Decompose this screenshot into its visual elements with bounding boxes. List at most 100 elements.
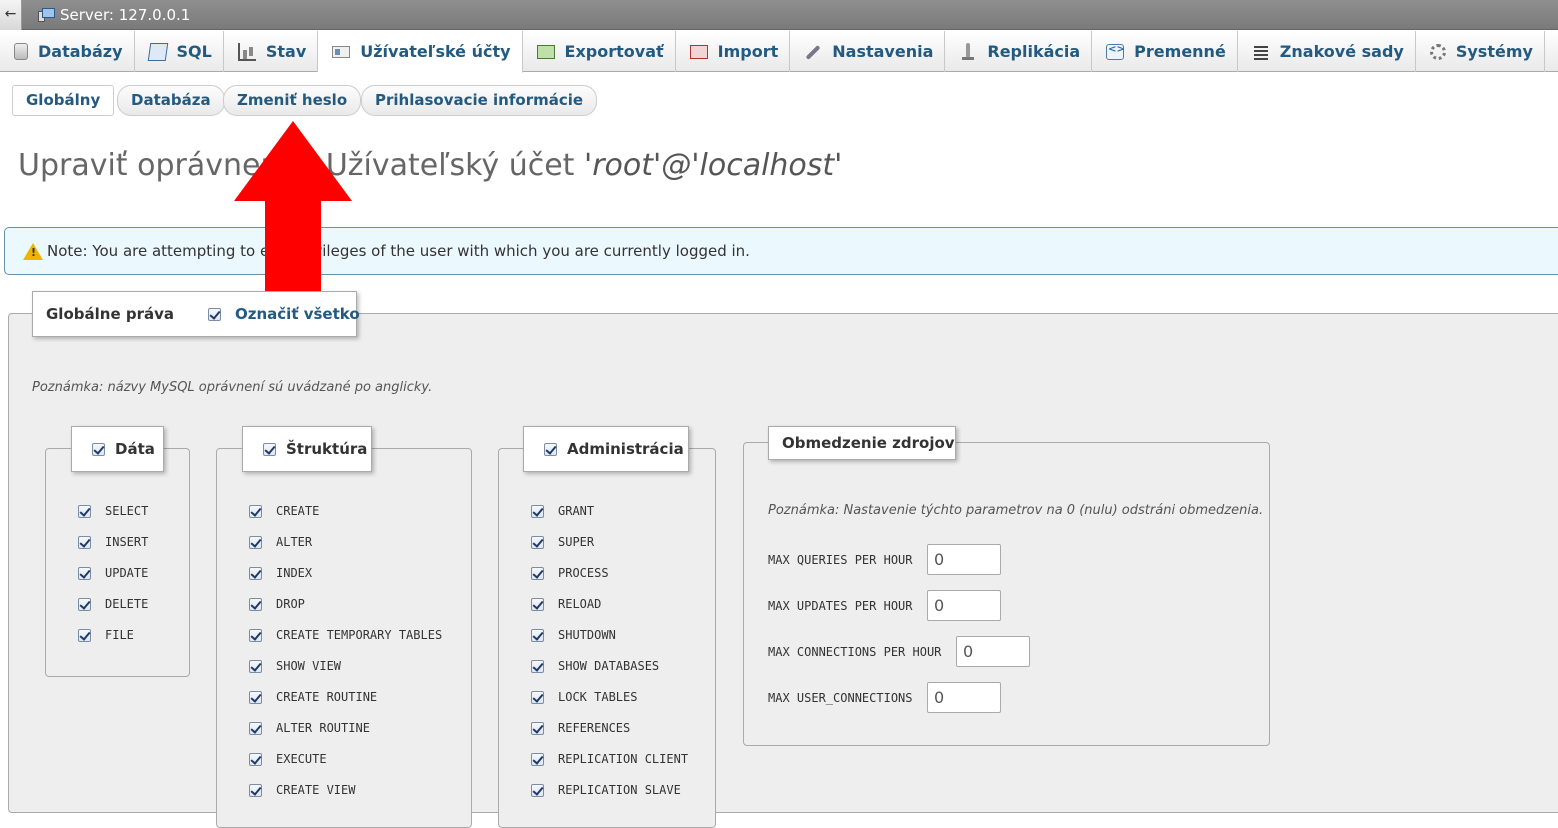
tab-charsets[interactable]: Znakové sady (1238, 31, 1416, 72)
data-select-all-checkbox[interactable] (92, 442, 105, 456)
resource-limits-legend: Obmedzenie zdrojov (768, 426, 956, 460)
privilege-checkbox[interactable] (249, 721, 262, 735)
tab-databases[interactable]: Databázy (0, 31, 135, 72)
privilege-checkbox[interactable] (531, 566, 544, 580)
privilege-label[interactable]: UPDATE (105, 566, 148, 580)
global-privileges-title: Globálne práva (46, 305, 174, 323)
privilege-label[interactable]: SELECT (105, 504, 148, 518)
privilege-checkbox[interactable] (531, 504, 544, 518)
tab-replication[interactable]: Replikácia (945, 31, 1093, 72)
privilege-checkbox[interactable] (531, 659, 544, 673)
subtab-global[interactable]: Globálny (12, 85, 115, 116)
privilege-checkbox[interactable] (531, 597, 544, 611)
privilege-label[interactable]: CREATE ROUTINE (276, 690, 377, 704)
privilege-checkbox[interactable] (78, 628, 91, 642)
user-accounts-icon (332, 45, 351, 58)
subtab-change-password[interactable]: Zmeniť heslo (223, 85, 362, 116)
privilege-row: SHOW VIEW (249, 659, 341, 673)
tab-export[interactable]: Exportovať (523, 31, 676, 72)
max-connections-input[interactable] (956, 636, 1030, 667)
privilege-checkbox[interactable] (531, 628, 544, 642)
administration-select-all-checkbox[interactable] (544, 442, 557, 456)
privilege-checkbox[interactable] (249, 690, 262, 704)
privilege-label[interactable]: RELOAD (558, 597, 601, 611)
privilege-label[interactable]: REPLICATION SLAVE (558, 783, 681, 797)
tab-variables[interactable]: Premenné (1092, 31, 1238, 72)
privilege-checkbox[interactable] (249, 628, 262, 642)
privilege-checkbox[interactable] (78, 597, 91, 611)
privilege-checkbox[interactable] (249, 566, 262, 580)
privilege-label[interactable]: FILE (105, 628, 134, 642)
tab-label: SQL (176, 42, 212, 61)
global-privileges-legend: Globálne práva Označiť všetko (32, 291, 360, 337)
privilege-label[interactable]: INSERT (105, 535, 148, 549)
privilege-label[interactable]: SUPER (558, 535, 594, 549)
tab-sql[interactable]: SQL (135, 31, 224, 72)
privileges-hint: Poznámka: názvy MySQL oprávnení sú uvádz… (32, 380, 433, 395)
tab-user-accounts[interactable]: Užívateľské účty (318, 31, 523, 73)
privilege-checkbox[interactable] (531, 783, 544, 797)
privilege-label[interactable]: REPLICATION CLIENT (558, 752, 688, 766)
privilege-checkbox[interactable] (249, 597, 262, 611)
privilege-checkbox[interactable] (531, 721, 544, 735)
privilege-checkbox[interactable] (249, 783, 262, 797)
privilege-row: CREATE TEMPORARY TABLES (249, 628, 442, 642)
privilege-label[interactable]: CREATE TEMPORARY TABLES (276, 628, 442, 642)
subtab-login-information[interactable]: Prihlasovacie informácie (361, 85, 598, 116)
server-breadcrumb[interactable]: Server: 127.0.0.1 (38, 6, 190, 24)
privilege-label[interactable]: SHOW DATABASES (558, 659, 659, 673)
privilege-label[interactable]: GRANT (558, 504, 594, 518)
privilege-checkbox[interactable] (531, 690, 544, 704)
back-button[interactable]: ← (0, 0, 22, 30)
privilege-label[interactable]: PROCESS (558, 566, 609, 580)
privilege-checkbox[interactable] (78, 504, 91, 518)
privilege-label[interactable]: DELETE (105, 597, 148, 611)
wrench-icon (804, 43, 822, 61)
resource-limits-hint: Poznámka: Nastavenie týchto parametrov n… (768, 503, 1264, 518)
tab-engines[interactable]: Systémy (1416, 31, 1545, 72)
privilege-label[interactable]: LOCK TABLES (558, 690, 637, 704)
page-title: Upraviť oprávnenia: Užívateľský účet 'ro… (18, 148, 842, 183)
tab-status[interactable]: Stav (224, 31, 319, 72)
tab-label: Stav (265, 42, 307, 61)
tab-import[interactable]: Import (676, 31, 791, 72)
tab-label: Nastavenia (832, 42, 934, 61)
privilege-label[interactable]: DROP (276, 597, 305, 611)
privilege-checkbox[interactable] (78, 535, 91, 549)
privilege-label[interactable]: ALTER ROUTINE (276, 721, 370, 735)
privilege-checkbox[interactable] (531, 752, 544, 766)
privilege-checkbox[interactable] (249, 504, 262, 518)
tab-settings[interactable]: Nastavenia (790, 31, 946, 72)
privilege-label[interactable]: SHOW VIEW (276, 659, 341, 673)
privilege-row: REPLICATION CLIENT (531, 752, 688, 766)
variables-icon (1106, 43, 1125, 60)
replication-icon (959, 42, 977, 61)
privilege-label[interactable]: SHUTDOWN (558, 628, 616, 642)
privilege-label[interactable]: EXECUTE (276, 752, 327, 766)
tab-label: Exportovať (564, 42, 664, 61)
privilege-label[interactable]: CREATE VIEW (276, 783, 355, 797)
structure-select-all-checkbox[interactable] (263, 442, 276, 456)
max-user-connections-input[interactable] (927, 682, 1001, 713)
server-icon (38, 7, 56, 23)
privilege-label[interactable]: REFERENCES (558, 721, 630, 735)
privilege-row: GRANT (531, 504, 594, 518)
privilege-label[interactable]: ALTER (276, 535, 312, 549)
select-all-label[interactable]: Označiť všetko (235, 305, 360, 323)
tab-label: Premenné (1134, 42, 1226, 61)
privilege-row: PROCESS (531, 566, 609, 580)
privilege-checkbox[interactable] (78, 566, 91, 580)
privilege-label[interactable]: INDEX (276, 566, 312, 580)
privilege-row: INSERT (78, 535, 148, 549)
privilege-label[interactable]: CREATE (276, 504, 319, 518)
privilege-checkbox[interactable] (249, 535, 262, 549)
select-all-checkbox[interactable] (208, 307, 221, 321)
privilege-checkbox[interactable] (531, 535, 544, 549)
max-queries-input[interactable] (927, 544, 1001, 575)
subtab-database[interactable]: Databáza (117, 85, 225, 116)
administration-group-legend: Administrácia (523, 426, 689, 472)
max-updates-input[interactable] (927, 590, 1001, 621)
privilege-checkbox[interactable] (249, 659, 262, 673)
privilege-checkbox[interactable] (249, 752, 262, 766)
server-label: Server: 127.0.0.1 (60, 6, 191, 24)
